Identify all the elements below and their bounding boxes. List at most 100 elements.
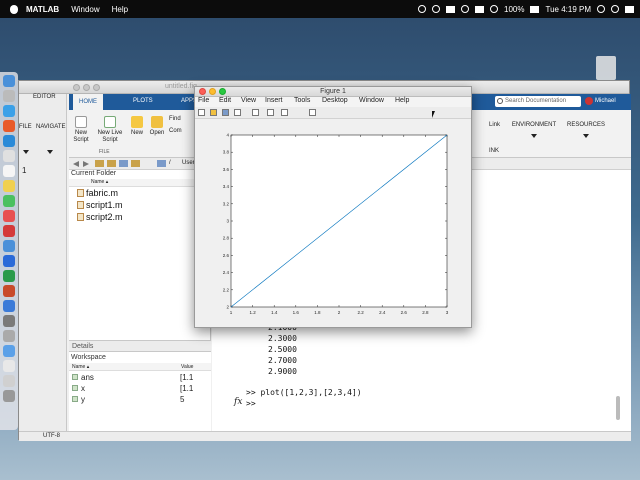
figure-menu-tools[interactable]: Tools [294,97,310,104]
hard-drive-icon[interactable] [596,56,616,80]
search-documentation-input[interactable]: Search Documentation [495,96,581,107]
trash-icon[interactable] [3,390,15,402]
hide-tools-icon[interactable] [309,109,316,116]
workspace-row[interactable]: y5 [72,395,210,404]
link-group[interactable]: Link [489,122,500,128]
details-panel-header[interactable]: Details [69,340,211,352]
figure-canvas[interactable]: 1 1.2 1.4 1.6 1.8 2 2.2 2.4 2.6 2.8 3 2 2.2 2.4 2.6 2.8… [195,119,471,327]
folder-icon[interactable] [3,345,15,357]
chevron-down-icon[interactable] [47,150,53,154]
document-icon[interactable] [3,360,15,372]
bluetooth-icon[interactable] [461,5,470,13]
open-file-icon[interactable] [210,109,217,116]
minimize-window-icon[interactable] [209,88,216,95]
resources-button[interactable]: RESOURCES [563,122,609,138]
wifi-icon[interactable] [490,5,499,13]
tab-home[interactable]: HOME [73,94,103,110]
find-files-button[interactable]: Find [169,116,191,123]
file-row[interactable]: script1.m [77,200,123,210]
clock[interactable]: Tue 4:19 PM [545,5,591,14]
browse-icon[interactable] [119,160,128,167]
apple-icon[interactable] [10,4,18,14]
menu-window[interactable]: Window [71,5,99,14]
figure-menu-edit[interactable]: Edit [219,97,231,104]
open-button[interactable]: Open [149,116,165,137]
folder-icon[interactable] [131,160,140,167]
path-root[interactable]: / [169,160,171,166]
battery-icon[interactable] [530,5,540,13]
scrollbar[interactable] [616,396,620,420]
matlab-dock-icon[interactable] [3,225,15,237]
new-script-button[interactable]: New Script [71,116,91,144]
insert-colorbar-icon[interactable] [267,109,274,116]
notification-center-icon[interactable] [625,5,634,13]
preferences-icon[interactable] [3,330,15,342]
workspace-row[interactable]: ans [1.1 [72,373,210,382]
music-icon[interactable] [3,210,15,222]
link-plot-icon[interactable] [252,109,259,116]
figure-menu-window[interactable]: Window [359,97,384,104]
avatar[interactable] [585,97,593,105]
file-row[interactable]: script2.m [77,212,123,222]
terminal-icon[interactable] [3,315,15,327]
battery-percent[interactable]: 100% [504,5,524,14]
spotlight-icon[interactable] [597,5,605,13]
chevron-down-icon[interactable] [23,150,29,154]
display-icon[interactable] [446,5,456,13]
safari-icon[interactable] [3,105,15,117]
save-icon[interactable] [222,109,229,116]
zoom-window-icon[interactable] [219,88,226,95]
name-column-header[interactable]: Name ▴ [72,364,89,370]
value-column-header[interactable]: Value [181,364,193,370]
mail-icon[interactable] [3,135,15,147]
contacts-icon[interactable] [3,150,15,162]
figure-menu-desktop[interactable]: Desktop [322,97,348,104]
status-icon[interactable] [418,5,427,13]
powerpoint-icon[interactable] [3,285,15,297]
back-icon[interactable] [73,161,79,167]
new-figure-icon[interactable] [198,109,205,116]
name-column-header[interactable]: Name ▴ [69,179,211,187]
flag-icon[interactable] [475,5,485,13]
app-store-icon[interactable] [3,240,15,252]
messages-icon[interactable] [3,195,15,207]
dropbox-icon[interactable] [432,5,441,13]
menu-app-name[interactable]: MATLAB [26,5,59,14]
firefox-icon[interactable] [3,120,15,132]
tab-editor[interactable]: EDITOR [33,94,56,100]
new-live-script-button[interactable]: New Live Script [95,116,125,144]
downloads-icon[interactable] [3,375,15,387]
figure-menu-help[interactable]: Help [395,97,409,104]
folder-up-icon[interactable] [95,160,104,167]
zoom-window-icon[interactable] [93,84,100,91]
new-button[interactable]: New [129,116,145,137]
figure-menu-view[interactable]: View [241,97,256,104]
figure-menu-insert[interactable]: Insert [265,97,283,104]
command-prompt[interactable]: >> [246,399,256,408]
notes-icon[interactable] [3,180,15,192]
function-browser-icon[interactable]: fx [234,397,242,407]
siri-icon[interactable] [611,5,619,13]
browse-folder-icon[interactable] [107,160,116,167]
user-name[interactable]: Michael [595,98,616,104]
compare-button[interactable]: Com [169,128,191,135]
workspace-row[interactable]: x [1.1 [72,384,210,393]
forward-icon[interactable] [83,161,89,167]
calendar-icon[interactable] [3,165,15,177]
tab-plots[interactable]: PLOTS [133,98,153,104]
environment-button[interactable]: ENVIRONMENT [509,122,559,138]
finder-icon[interactable] [3,75,15,87]
file-row[interactable]: fabric.m [77,188,118,198]
print-icon[interactable] [234,109,241,116]
close-window-icon[interactable] [73,84,80,91]
close-window-icon[interactable] [199,88,206,95]
pointer-icon[interactable] [298,109,305,116]
word-icon[interactable] [3,255,15,267]
insert-legend-icon[interactable] [281,109,288,116]
plot-axes[interactable]: 1 1.2 1.4 1.6 1.8 2 2.2 2.4 2.6 2.8 3 2 2.2 2.4 2.6 2.8… [195,119,471,327]
launchpad-icon[interactable] [3,90,15,102]
figure-menu-file[interactable]: File [198,97,209,104]
zoom-icon[interactable] [3,300,15,312]
minimize-window-icon[interactable] [83,84,90,91]
menu-help[interactable]: Help [112,5,128,14]
